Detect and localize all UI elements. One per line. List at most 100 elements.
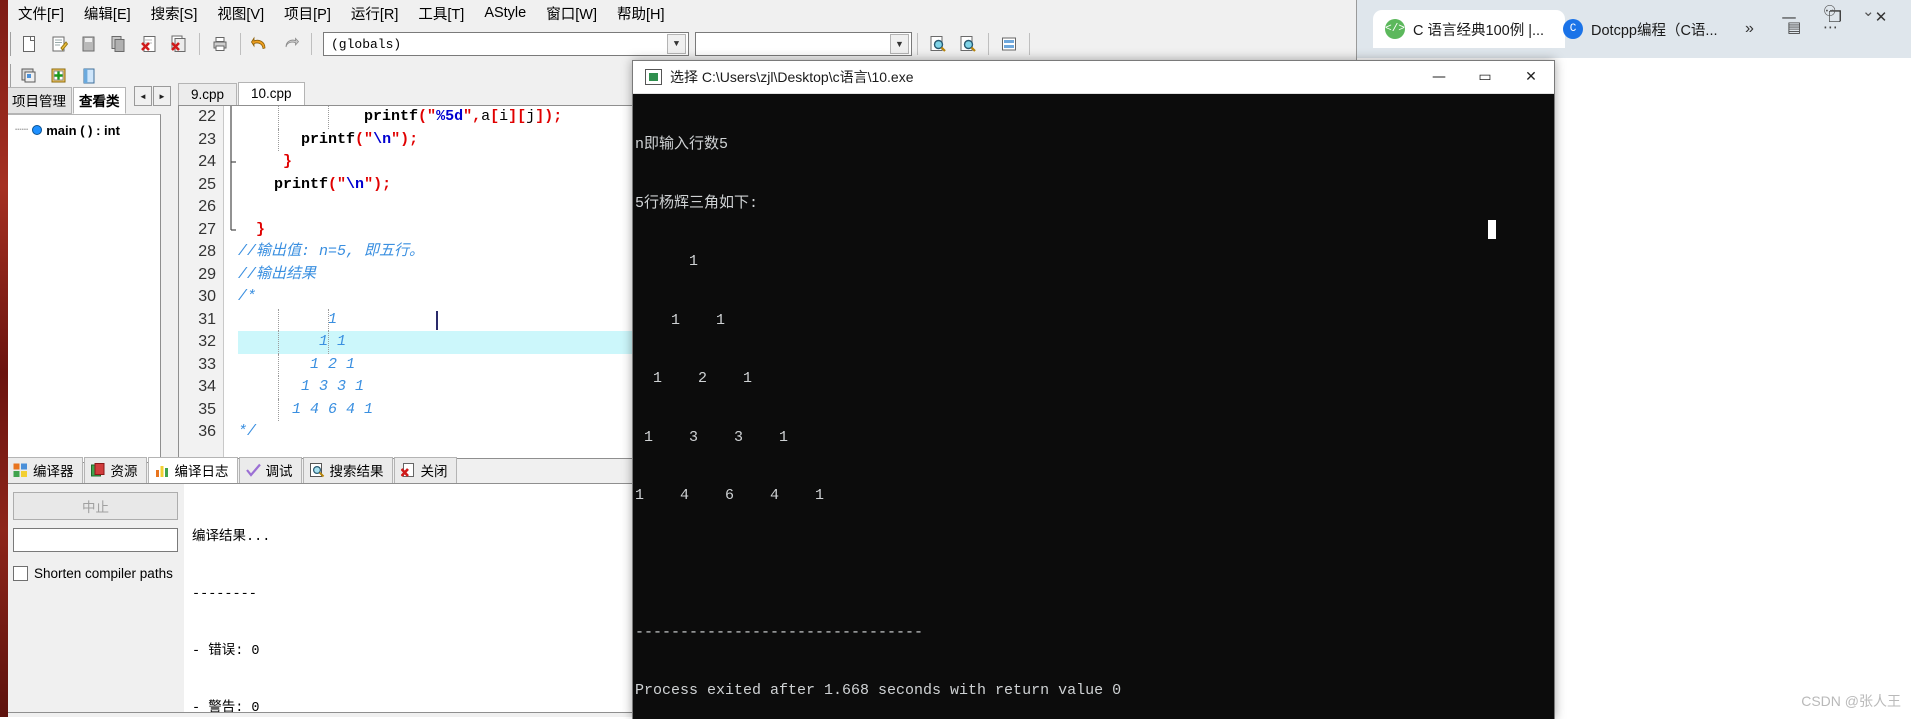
menu-bar: 文件[F] 编辑[E] 搜索[S] 视图[V] 项目[P] 运行[R] 工具[T… [0, 0, 1356, 27]
line-number: 32 [198, 333, 216, 350]
menu-project[interactable]: 项目[P] [274, 0, 341, 27]
toolbar-separator [311, 33, 312, 55]
compile-progress-field [13, 528, 178, 552]
editor-tab-prev-button[interactable]: ◄ [134, 86, 152, 106]
bottom-tab-resources[interactable]: 资源 [83, 457, 147, 484]
line-number: 33 [198, 355, 216, 373]
code-fold-column[interactable] [224, 106, 238, 458]
console-minimize-button[interactable]: — [1416, 61, 1462, 93]
find-icon[interactable] [924, 30, 952, 58]
code-line-33: 1 2 1 [238, 353, 634, 376]
new-file-icon[interactable] [15, 30, 43, 58]
print-icon[interactable] [206, 30, 234, 58]
chevron-down-icon[interactable]: ▼ [667, 34, 686, 54]
code-line-24: } [238, 153, 293, 170]
log-line: - 警告: 0 [192, 701, 260, 712]
log-line: - 错误: 0 [192, 644, 260, 659]
bottom-tab-close[interactable]: 关闭 [393, 457, 457, 484]
menu-run[interactable]: 运行[R] [341, 0, 409, 27]
debug-check-icon [245, 463, 261, 477]
shorten-compiler-paths-row[interactable]: Shorten compiler paths [13, 566, 178, 581]
add-to-project-icon[interactable] [45, 62, 73, 90]
menu-window[interactable]: 窗口[W] [536, 0, 607, 27]
menu-search[interactable]: 搜索[S] [141, 0, 208, 27]
console-output[interactable]: n即输入行数5 5行杨辉三角如下: 1 1 1 1 2 1 1 3 3 1 1 … [633, 94, 1554, 719]
bottom-tab-label: 编译日志 [174, 464, 229, 479]
goto-line-icon[interactable] [995, 30, 1023, 58]
console-line: -------------------------------- [635, 623, 924, 641]
code-line-22: printf("%5d",a[i][j]); [238, 106, 634, 129]
editor-tab-bar: 9.cpp 10.cpp [178, 82, 633, 106]
code-line-30: /* [238, 288, 257, 305]
console-app-icon [645, 69, 662, 85]
code-line-34: 1 3 3 1 [238, 376, 634, 399]
menu-help[interactable]: 帮助[H] [607, 0, 675, 27]
compile-log-text[interactable]: 编译结果... -------- - 错误: 0 - 警告: 0 - 输出文件名… [184, 484, 634, 712]
replace-icon[interactable] [954, 30, 982, 58]
chevron-down-icon[interactable]: ▼ [890, 34, 909, 54]
browser-tab-0[interactable]: </> C 语言经典100例 |... [1373, 10, 1565, 48]
function-combobox[interactable]: ▼ [695, 32, 912, 56]
new-project-icon[interactable] [15, 62, 43, 90]
save-icon[interactable] [75, 30, 103, 58]
undo-icon[interactable] [247, 30, 275, 58]
main-toolbar: (globals) ▼ ▼ [0, 26, 1356, 63]
shorten-compiler-paths-checkbox[interactable] [13, 566, 28, 581]
line-number: 36 [198, 423, 216, 440]
bottom-tab-compiler[interactable]: 编译器 [6, 457, 83, 484]
editor-tab-9cpp[interactable]: 9.cpp [178, 83, 238, 106]
browser-tab-favicon-code-icon: </> [1385, 19, 1405, 39]
scope-combobox-value: (globals) [331, 36, 402, 52]
console-maximize-button[interactable]: ▭ [1462, 61, 1508, 93]
console-line: n即输入行数5 [635, 136, 729, 153]
code-editor[interactable]: 22 23 24 25 26 27 28 29 30 31 32 33 34 3… [178, 105, 635, 459]
editor-tab-10cpp[interactable]: 10.cpp [238, 82, 305, 106]
menu-astyle[interactable]: AStyle [474, 2, 536, 24]
console-title-bar[interactable]: 选择 C:\Users\zjl\Desktop\c语言\10.exe — ▭ ✕ [633, 61, 1554, 94]
browser-sidebar-icon[interactable]: ▤ [1787, 18, 1801, 36]
compile-log-panel: 中止 Shorten compiler paths 编译结果... ------… [6, 483, 635, 713]
browser-tab-1[interactable]: C Dotcpp编程（C语... [1551, 10, 1755, 48]
menu-tools[interactable]: 工具[T] [408, 0, 474, 27]
left-dock-tab-project[interactable]: 项目管理 [6, 87, 72, 114]
line-number: 25 [198, 175, 216, 193]
menu-view[interactable]: 视图[V] [207, 0, 274, 27]
menu-file[interactable]: 文件[F] [8, 0, 74, 27]
bottom-tab-search-results[interactable]: 搜索结果 [302, 457, 393, 484]
line-number: 24 [198, 153, 216, 170]
bottom-tab-debug[interactable]: 调试 [238, 457, 302, 484]
shorten-compiler-paths-label: Shorten compiler paths [34, 566, 173, 581]
resources-icon [90, 462, 104, 476]
save-all-icon[interactable] [105, 30, 133, 58]
console-window[interactable]: 选择 C:\Users\zjl\Desktop\c语言\10.exe — ▭ ✕… [632, 60, 1555, 719]
tree-item-label: main ( ) : int [46, 122, 120, 138]
line-number: 29 [198, 265, 216, 283]
tree-item-main[interactable]: ┄┄ main ( ) : int [7, 121, 160, 139]
toolbar-separator [1029, 33, 1030, 55]
redo-icon[interactable] [277, 30, 305, 58]
browser-tab-overflow-button[interactable]: » [1745, 20, 1754, 38]
editor-tab-next-button[interactable]: ► [153, 86, 171, 106]
browser-more-icon[interactable]: ⋯ [1823, 18, 1838, 36]
scope-combobox[interactable]: (globals) ▼ [323, 32, 689, 56]
code-text-area[interactable]: printf("%5d",a[i][j]); printf("\n"); } p… [238, 106, 634, 458]
close-file-icon[interactable] [135, 30, 163, 58]
menu-edit[interactable]: 编辑[E] [74, 0, 141, 27]
remove-from-project-icon[interactable] [75, 62, 103, 90]
line-number: 26 [198, 198, 216, 215]
log-line: 编译结果... [192, 530, 271, 545]
left-dock-tab-classes[interactable]: 查看类 [73, 87, 126, 114]
profile-icon[interactable]: ⚇ [1823, 2, 1836, 20]
abort-button[interactable]: 中止 [13, 492, 178, 520]
line-number: 34 [198, 378, 216, 395]
close-all-icon[interactable] [165, 30, 193, 58]
open-file-icon[interactable] [45, 30, 73, 58]
bottom-tab-compile-log[interactable]: 编译日志 [147, 457, 238, 484]
bottom-tab-bar: 编译器 资源 编译日志 调试 搜索结果 关闭 [6, 457, 633, 484]
line-number-gutter: 22 23 24 25 26 27 28 29 30 31 32 33 34 3… [179, 106, 224, 458]
console-close-button[interactable]: ✕ [1508, 61, 1554, 93]
text-cursor [436, 310, 438, 330]
settings-icon[interactable]: ⌄ [1862, 2, 1875, 20]
class-browser-tree[interactable]: ┄┄ main ( ) : int [6, 114, 161, 463]
